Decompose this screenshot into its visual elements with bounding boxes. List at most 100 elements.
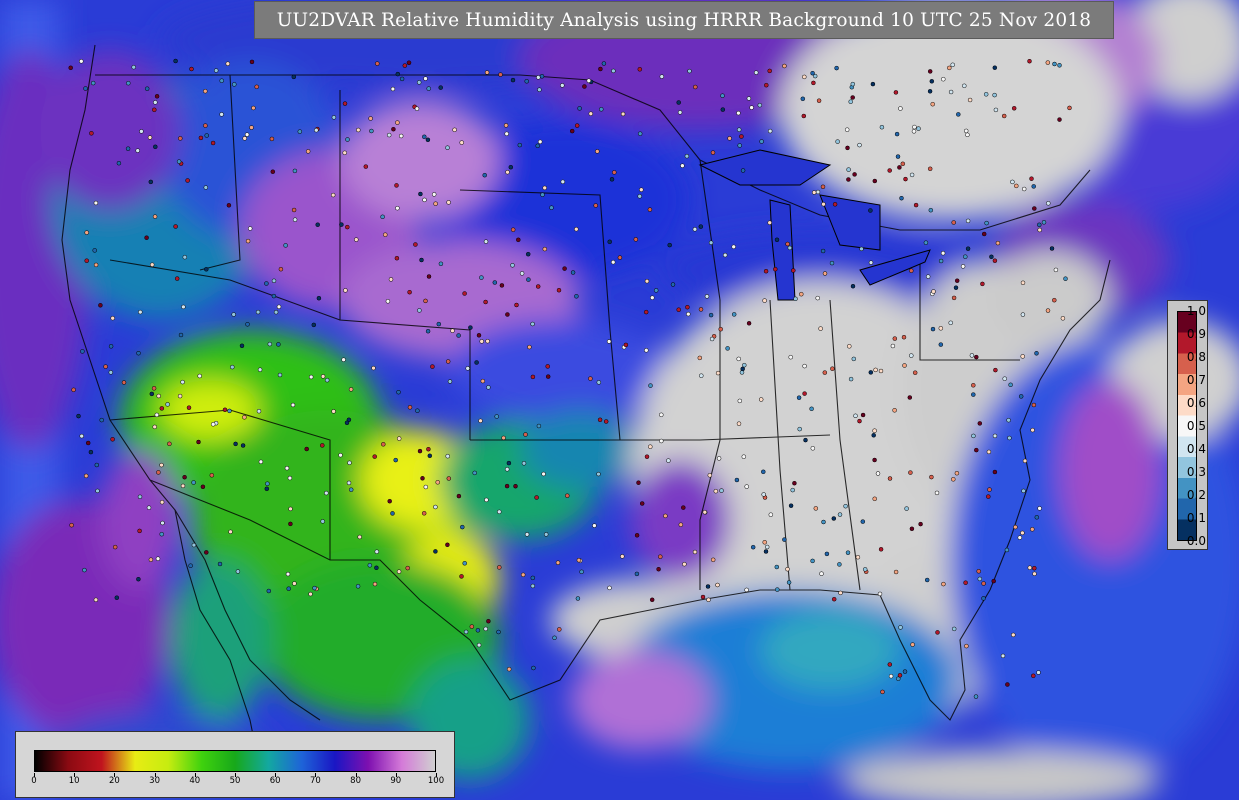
station-marker xyxy=(992,258,998,263)
station-marker xyxy=(555,560,561,565)
station-marker xyxy=(744,484,749,489)
station-marker xyxy=(698,224,704,229)
station-marker xyxy=(557,627,562,632)
station-marker xyxy=(374,549,380,554)
station-marker xyxy=(644,454,650,459)
station-marker xyxy=(520,572,526,578)
station-marker xyxy=(257,367,263,372)
station-marker xyxy=(708,240,714,245)
station-marker xyxy=(479,275,484,280)
station-marker xyxy=(761,469,766,475)
station-marker xyxy=(947,65,952,71)
station-marker xyxy=(534,495,539,500)
humidity-tick-label: 40 xyxy=(189,776,201,786)
station-marker xyxy=(971,433,976,439)
station-marker xyxy=(887,662,893,667)
station-marker xyxy=(1036,670,1041,675)
station-marker xyxy=(445,359,451,364)
station-marker xyxy=(222,407,228,413)
station-marker xyxy=(185,178,190,183)
station-marker xyxy=(623,342,629,348)
station-marker xyxy=(718,326,723,332)
station-marker xyxy=(871,433,876,438)
station-marker xyxy=(892,336,898,341)
station-marker xyxy=(860,519,866,524)
station-marker xyxy=(649,597,655,603)
station-marker xyxy=(787,245,793,251)
station-marker xyxy=(484,70,490,75)
station-marker xyxy=(601,61,607,66)
station-marker xyxy=(872,457,877,463)
station-marker xyxy=(320,443,325,448)
station-marker xyxy=(348,487,354,492)
station-marker xyxy=(762,540,767,545)
station-marker xyxy=(574,294,579,299)
station-marker xyxy=(576,557,582,563)
station-marker xyxy=(678,522,684,527)
station-marker xyxy=(506,666,512,672)
station-marker xyxy=(438,85,443,90)
station-marker xyxy=(894,131,900,137)
station-marker xyxy=(815,189,821,195)
station-marker xyxy=(492,280,498,285)
station-marker xyxy=(643,309,649,315)
station-marker xyxy=(472,470,477,476)
station-marker xyxy=(154,94,160,99)
station-marker xyxy=(575,596,581,601)
station-marker xyxy=(757,102,763,108)
station-marker xyxy=(595,149,600,154)
station-marker xyxy=(82,567,87,573)
station-marker xyxy=(390,511,395,516)
station-marker xyxy=(964,643,969,649)
station-marker xyxy=(345,224,350,230)
station-marker xyxy=(607,239,612,245)
station-marker xyxy=(995,240,1001,246)
station-marker xyxy=(438,261,444,267)
station-marker xyxy=(510,227,516,232)
station-marker xyxy=(394,255,400,261)
station-marker xyxy=(288,506,293,512)
station-marker xyxy=(497,509,502,515)
station-marker xyxy=(969,353,975,358)
station-marker xyxy=(483,299,488,305)
station-marker xyxy=(535,284,541,289)
station-marker xyxy=(354,237,359,242)
station-marker xyxy=(178,332,184,338)
station-marker xyxy=(941,76,946,82)
humidity-tick-label: 90 xyxy=(390,776,402,786)
station-marker xyxy=(965,246,971,251)
station-marker xyxy=(636,480,641,485)
station-marker xyxy=(727,136,732,141)
station-marker xyxy=(76,413,81,419)
observation-tick-label: 0.5 xyxy=(1186,419,1206,433)
station-marker xyxy=(574,226,579,232)
station-marker xyxy=(383,232,388,237)
station-marker xyxy=(435,480,440,485)
station-marker xyxy=(542,246,548,252)
station-marker xyxy=(517,142,523,148)
station-marker xyxy=(1067,105,1072,111)
station-marker xyxy=(736,110,741,116)
station-marker xyxy=(810,558,815,564)
station-marker xyxy=(850,95,855,100)
station-marker xyxy=(570,270,576,275)
station-marker xyxy=(339,222,344,227)
station-marker xyxy=(527,344,532,350)
station-marker xyxy=(992,469,998,475)
station-marker xyxy=(956,112,961,117)
station-marker xyxy=(897,673,903,678)
station-marker xyxy=(1010,179,1015,185)
station-marker xyxy=(785,241,790,247)
station-marker xyxy=(767,68,772,74)
station-marker xyxy=(803,437,808,443)
humidity-tick-label: 80 xyxy=(350,776,362,786)
station-marker xyxy=(736,127,742,132)
station-marker xyxy=(706,597,711,603)
station-marker xyxy=(963,580,968,585)
station-marker xyxy=(85,440,91,446)
station-marker xyxy=(267,341,273,347)
station-marker xyxy=(371,365,376,371)
station-marker xyxy=(992,433,998,439)
station-marker xyxy=(433,504,438,510)
station-marker xyxy=(749,105,754,110)
